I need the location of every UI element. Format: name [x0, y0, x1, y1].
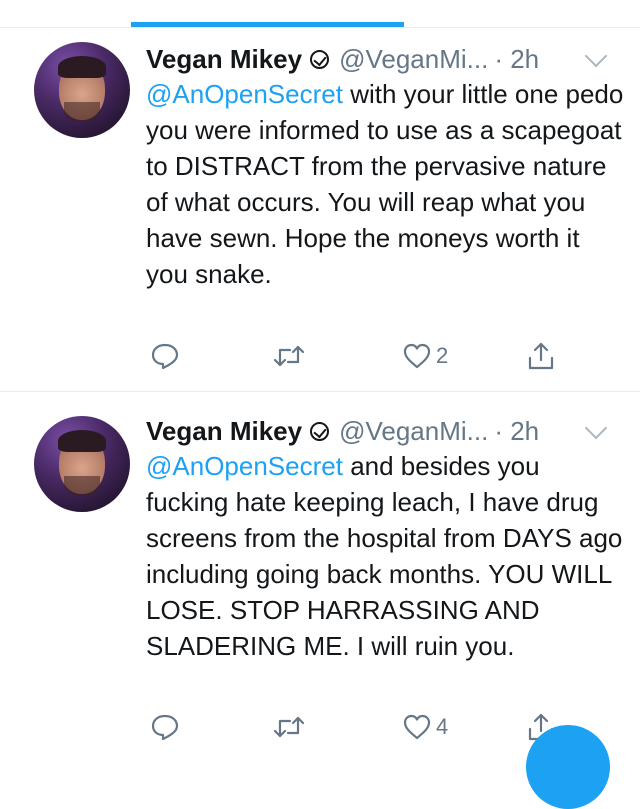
retweet-button[interactable] — [272, 712, 306, 742]
compose-tweet-button[interactable] — [526, 725, 610, 809]
like-count: 2 — [436, 343, 449, 368]
chevron-down-icon[interactable] — [584, 44, 608, 68]
like-button[interactable]: 2 — [402, 341, 448, 371]
tweet-header: Vegan Mikey @VeganMi... · 2h — [146, 40, 539, 78]
share-button[interactable] — [526, 341, 556, 371]
tweet[interactable]: Vegan Mikey @VeganMi... · 2h @AnOpenSecr… — [0, 392, 640, 762]
like-button[interactable]: 4 — [402, 712, 448, 742]
tweet-header: Vegan Mikey @VeganMi... · 2h — [146, 412, 539, 450]
timestamp[interactable]: · 2h — [494, 416, 539, 447]
user-handle[interactable]: @VeganMi... — [339, 44, 488, 75]
like-count: 4 — [436, 714, 449, 739]
chevron-down-icon[interactable] — [584, 416, 608, 440]
retweet-icon — [273, 716, 305, 738]
timestamp[interactable]: · 2h — [494, 44, 539, 75]
display-name[interactable]: Vegan Mikey — [146, 44, 302, 75]
avatar[interactable] — [34, 416, 130, 512]
share-icon — [528, 342, 554, 370]
reply-icon — [151, 343, 179, 370]
retweet-button[interactable] — [272, 341, 306, 371]
heart-icon — [403, 343, 431, 369]
avatar[interactable] — [34, 42, 130, 138]
display-name[interactable]: Vegan Mikey — [146, 416, 302, 447]
tweet-body: with your little one pedo you were infor… — [146, 79, 624, 289]
reply-button[interactable] — [150, 341, 180, 371]
tweet-text: @AnOpenSecret and besides you fucking ha… — [146, 448, 626, 664]
tweet-text: @AnOpenSecret with your little one pedo … — [146, 76, 626, 292]
tweet[interactable]: Vegan Mikey @VeganMi... · 2h @AnOpenSecr… — [0, 28, 640, 398]
reply-icon — [151, 714, 179, 741]
user-handle[interactable]: @VeganMi... — [339, 416, 488, 447]
tweet-actions: 4 — [146, 712, 586, 742]
verified-icon — [310, 421, 330, 441]
verified-icon — [310, 49, 330, 69]
tweet-body: and besides you fucking hate keeping lea… — [146, 451, 623, 661]
tweet-actions: 2 — [146, 341, 586, 371]
mention-link[interactable]: @AnOpenSecret — [146, 451, 343, 481]
mention-link[interactable]: @AnOpenSecret — [146, 79, 343, 109]
retweet-icon — [273, 345, 305, 367]
heart-icon — [403, 714, 431, 740]
reply-button[interactable] — [150, 712, 180, 742]
